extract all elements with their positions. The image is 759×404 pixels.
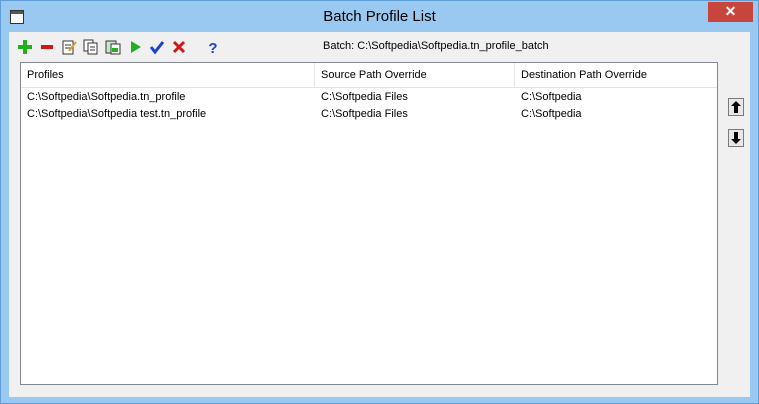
destination-path-cell: C:\Softpedia [521, 91, 582, 103]
column-header-profiles[interactable]: Profiles [21, 63, 315, 88]
play-icon [131, 41, 141, 53]
add-profile-button[interactable] [15, 37, 35, 57]
arrow-up-icon [731, 101, 741, 113]
close-button[interactable]: ✕ [708, 2, 753, 22]
column-header-source-path[interactable]: Source Path Override [315, 63, 515, 88]
copy-profile-button[interactable] [81, 37, 101, 57]
paste-document-icon [105, 40, 121, 55]
table-row[interactable]: C:\Softpedia\Softpedia test.tn_profile C… [21, 106, 717, 123]
profile-list[interactable]: Profiles Source Path Override Destinatio… [20, 62, 718, 385]
batch-profile-window: Batch Profile List ✕ ? Batch: C:\Softped… [0, 0, 759, 404]
profile-cell: C:\Softpedia\Softpedia.tn_profile [27, 91, 186, 103]
checkmark-icon [149, 41, 165, 55]
run-button[interactable] [125, 37, 145, 57]
edit-document-icon [62, 40, 77, 55]
toolbar: ? [15, 36, 225, 58]
profile-cell: C:\Softpedia\Softpedia test.tn_profile [27, 108, 207, 120]
source-path-cell: C:\Softpedia Files [321, 91, 408, 103]
paste-profile-button[interactable] [103, 37, 123, 57]
source-path-cell: C:\Softpedia Files [321, 108, 408, 120]
title-bar[interactable]: Batch Profile List ✕ [1, 1, 758, 33]
cancel-button[interactable] [169, 37, 189, 57]
ok-button[interactable] [147, 37, 167, 57]
window-title: Batch Profile List [323, 8, 436, 25]
x-icon [172, 40, 186, 54]
list-header: Profiles Source Path Override Destinatio… [21, 63, 717, 88]
arrow-down-icon [731, 132, 741, 144]
svg-text:?: ? [208, 40, 217, 55]
help-button[interactable]: ? [203, 37, 223, 57]
column-header-destination-path[interactable]: Destination Path Override [515, 63, 717, 88]
remove-profile-button[interactable] [37, 37, 57, 57]
destination-path-cell: C:\Softpedia [521, 108, 582, 120]
plus-icon [18, 40, 32, 54]
move-up-button[interactable] [728, 98, 744, 116]
table-row[interactable]: C:\Softpedia\Softpedia.tn_profile C:\Sof… [21, 89, 717, 106]
move-down-button[interactable] [728, 129, 744, 147]
minus-icon [41, 45, 53, 49]
copy-document-icon [83, 39, 98, 55]
edit-profile-button[interactable] [59, 37, 79, 57]
batch-path-label: Batch: C:\Softpedia\Softpedia.tn_profile… [323, 40, 549, 52]
client-area: ? Batch: C:\Softpedia\Softpedia.tn_profi… [9, 32, 750, 397]
question-icon: ? [208, 40, 217, 55]
